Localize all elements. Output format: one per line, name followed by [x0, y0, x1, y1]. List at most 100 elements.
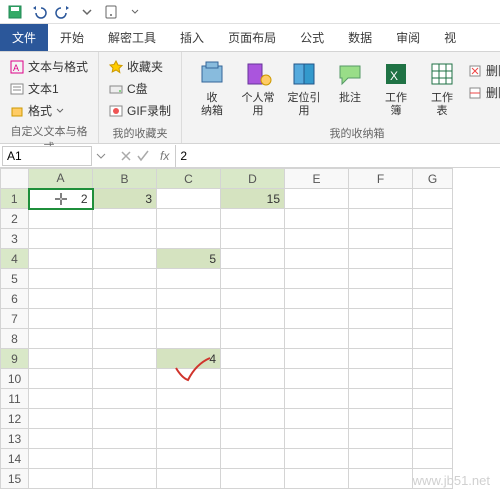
worksheet-button[interactable]: 工作 表	[420, 56, 464, 123]
row-header-4[interactable]: 4	[1, 249, 29, 269]
col-header-C[interactable]: C	[157, 169, 221, 189]
row-header-15[interactable]: 15	[1, 469, 29, 489]
row-header-12[interactable]: 12	[1, 409, 29, 429]
cell-A2[interactable]	[29, 209, 93, 229]
delete-sel-label: 删除选	[486, 84, 500, 101]
row-header-6[interactable]: 6	[1, 289, 29, 309]
col-header-A[interactable]: A	[29, 169, 93, 189]
tab-view[interactable]: 视	[432, 24, 468, 51]
cell-C2[interactable]	[157, 209, 221, 229]
gif-label: GIF录制	[127, 102, 171, 119]
tab-data[interactable]: 数据	[336, 24, 384, 51]
quick-access-toolbar	[0, 0, 500, 24]
col-header-F[interactable]: F	[349, 169, 413, 189]
cell-cursor-icon	[54, 192, 68, 206]
row-header-11[interactable]: 11	[1, 389, 29, 409]
format-label: 格式	[28, 102, 52, 119]
delete-end-button[interactable]: 删除末	[466, 60, 500, 81]
svg-text:A: A	[13, 63, 19, 73]
row-header-5[interactable]: 5	[1, 269, 29, 289]
qat-customize-icon[interactable]	[76, 2, 98, 22]
tab-review[interactable]: 审阅	[384, 24, 432, 51]
cell-D1[interactable]: 15	[221, 189, 285, 209]
group-label-storage: 我的收纳箱	[190, 123, 500, 141]
formula-bar: fx	[0, 144, 500, 168]
format-button[interactable]: 格式	[8, 100, 90, 121]
favorites-label: 收藏夹	[127, 58, 163, 75]
enter-icon[interactable]	[136, 150, 150, 162]
chevron-down-icon	[56, 107, 64, 115]
text1-label: 文本1	[28, 80, 59, 97]
formula-input[interactable]	[175, 145, 500, 167]
text-format-label: 文本与格式	[28, 58, 88, 75]
save-icon[interactable]	[4, 2, 26, 22]
col-header-G[interactable]: G	[413, 169, 453, 189]
touch-mode-icon[interactable]	[100, 2, 122, 22]
storage-label: 收 纳箱	[201, 92, 223, 118]
namebox-dropdown-icon[interactable]	[96, 151, 106, 161]
cell-D2[interactable]	[221, 209, 285, 229]
redo-icon[interactable]	[52, 2, 74, 22]
watermark-text: www.jb51.net	[413, 473, 490, 488]
tab-decrypt[interactable]: 解密工具	[96, 24, 168, 51]
cell-B1[interactable]: 3	[93, 189, 157, 209]
locate-label: 定位引 用	[288, 92, 321, 118]
row-header-8[interactable]: 8	[1, 329, 29, 349]
row-header-9[interactable]: 9	[1, 349, 29, 369]
row-header-14[interactable]: 14	[1, 449, 29, 469]
svg-text:X: X	[390, 69, 398, 83]
name-box-input[interactable]	[2, 146, 92, 166]
select-all-corner[interactable]	[1, 169, 29, 189]
text1-button[interactable]: 文本1	[8, 78, 90, 99]
personal-button[interactable]: 个人常 用	[236, 56, 280, 123]
workbook-label: 工作 簿	[385, 92, 407, 118]
cell-C4[interactable]: 5	[157, 249, 221, 269]
delete-sel-button[interactable]: 删除选	[466, 82, 500, 103]
cdrive-button[interactable]: C盘	[107, 78, 173, 99]
notes-button[interactable]: 批注	[328, 56, 372, 123]
spreadsheet-grid[interactable]: A B C D E F G 1 2 3 15 2 3 45 5 6 7 8 94…	[0, 168, 500, 489]
cdrive-label: C盘	[127, 80, 148, 97]
worksheet-label: 工作 表	[431, 92, 453, 118]
group-storage: 收 纳箱 个人常 用 定位引 用 批注 X 工作 簿 工作 表	[182, 52, 500, 143]
row-header-1[interactable]: 1	[1, 189, 29, 209]
cancel-icon[interactable]	[120, 150, 132, 162]
cell-G1[interactable]	[413, 189, 453, 209]
qat-dropdown-icon[interactable]	[124, 2, 146, 22]
group-custom-text: A 文本与格式 文本1 格式 自定义文本与格式	[0, 52, 99, 143]
cell-C1[interactable]	[157, 189, 221, 209]
workbook-button[interactable]: X 工作 簿	[374, 56, 418, 123]
tab-home[interactable]: 开始	[48, 24, 96, 51]
col-header-E[interactable]: E	[285, 169, 349, 189]
group-favorites: 收藏夹 C盘 GIF录制 我的收藏夹	[99, 52, 182, 143]
row-header-2[interactable]: 2	[1, 209, 29, 229]
cell-F1[interactable]	[349, 189, 413, 209]
fx-icon[interactable]: fx	[160, 149, 169, 163]
row-header-7[interactable]: 7	[1, 309, 29, 329]
ribbon: A 文本与格式 文本1 格式 自定义文本与格式 收藏夹 C盘	[0, 52, 500, 144]
col-header-D[interactable]: D	[221, 169, 285, 189]
undo-icon[interactable]	[28, 2, 50, 22]
tab-formulas[interactable]: 公式	[288, 24, 336, 51]
row-header-13[interactable]: 13	[1, 429, 29, 449]
gif-button[interactable]: GIF录制	[107, 100, 173, 121]
cell-B2[interactable]	[93, 209, 157, 229]
text-format-button[interactable]: A 文本与格式	[8, 56, 90, 77]
group-label-fav: 我的收藏夹	[107, 123, 173, 141]
favorites-button[interactable]: 收藏夹	[107, 56, 173, 77]
cell-C9[interactable]: 4	[157, 349, 221, 369]
row-header-3[interactable]: 3	[1, 229, 29, 249]
delete-end-label: 删除末	[486, 62, 500, 79]
ribbon-tabs: 文件 开始 解密工具 插入 页面布局 公式 数据 审阅 视	[0, 24, 500, 52]
row-header-10[interactable]: 10	[1, 369, 29, 389]
tab-insert[interactable]: 插入	[168, 24, 216, 51]
locate-button[interactable]: 定位引 用	[282, 56, 326, 123]
tab-layout[interactable]: 页面布局	[216, 24, 288, 51]
personal-label: 个人常 用	[242, 92, 275, 118]
notes-label: 批注	[339, 92, 361, 105]
col-header-B[interactable]: B	[93, 169, 157, 189]
cell-E1[interactable]	[285, 189, 349, 209]
tab-file[interactable]: 文件	[0, 24, 48, 51]
cell-A1[interactable]: 2	[29, 189, 93, 209]
storage-button[interactable]: 收 纳箱	[190, 56, 234, 123]
